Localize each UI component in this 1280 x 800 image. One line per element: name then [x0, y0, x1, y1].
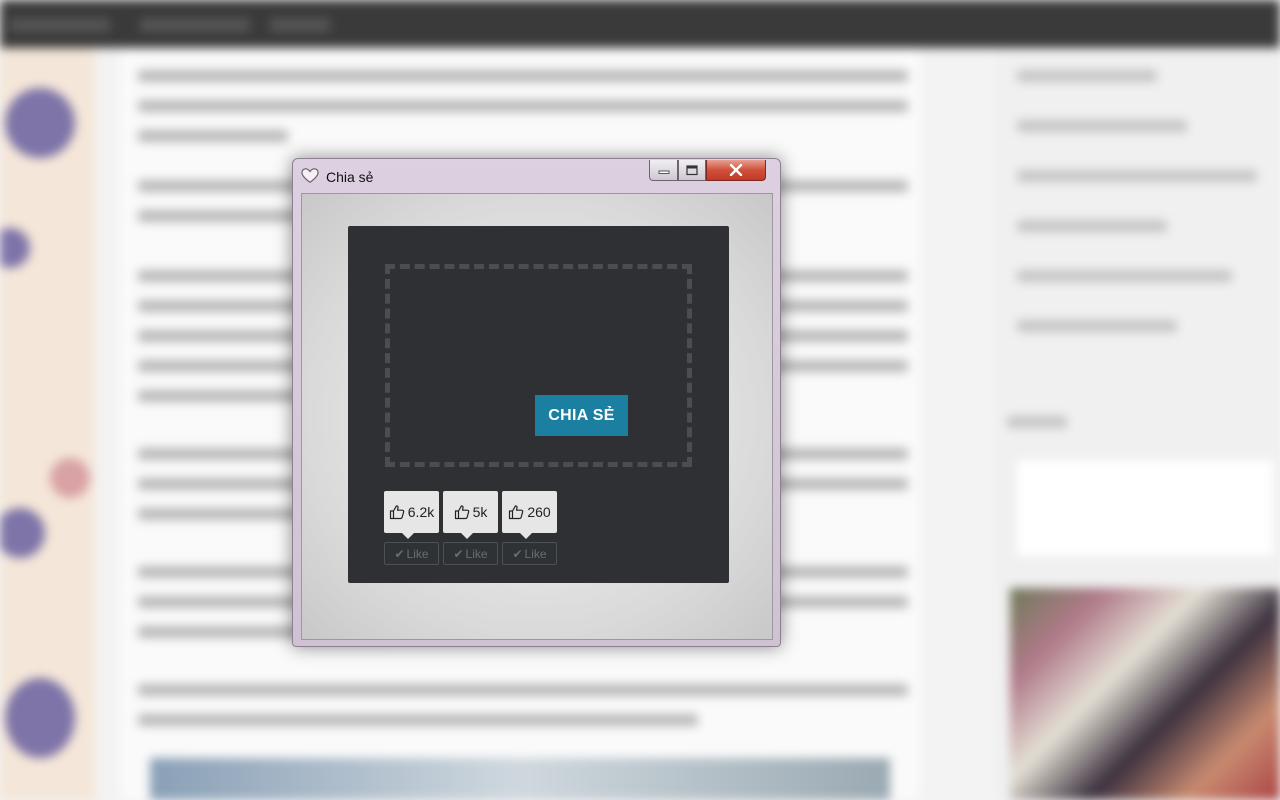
- like-count-box: 5k: [443, 491, 498, 539]
- thumbs-up-icon: [509, 505, 524, 520]
- check-icon: ✔: [394, 546, 405, 561]
- share-button[interactable]: CHIA SẺ: [535, 395, 628, 436]
- like-group-3: 260 ✔ Like: [502, 491, 557, 565]
- share-widget: CHIA SẺ 6.2k ✔ Like 5k ✔ Like 260 ✔ Like: [348, 226, 729, 583]
- like-group-1: 6.2k ✔ Like: [384, 491, 439, 565]
- background-topbar: [0, 0, 1280, 48]
- thumbs-up-icon: [454, 505, 469, 520]
- background-sidebar: [995, 48, 1280, 800]
- close-button[interactable]: [706, 160, 766, 181]
- title-bar[interactable]: Chia sẻ: [293, 159, 780, 193]
- share-dropzone: CHIA SẺ: [385, 264, 692, 467]
- like-count: 6.2k: [407, 504, 435, 520]
- minimize-button[interactable]: [649, 160, 678, 181]
- like-button[interactable]: ✔ Like: [384, 542, 439, 565]
- like-button-label: Like: [524, 546, 547, 561]
- like-group-2: 5k ✔ Like: [443, 491, 498, 565]
- maximize-icon: [686, 164, 698, 175]
- thumbs-up-icon: [389, 505, 405, 520]
- like-count: 260: [527, 504, 551, 520]
- check-icon: ✔: [512, 546, 523, 561]
- dialog-content-area: CHIA SẺ 6.2k ✔ Like 5k ✔ Like 260 ✔ Like: [301, 193, 773, 640]
- share-dialog-window: Chia sẻ CHIA SẺ 6.2k ✔ Like 5k ✔ Like 26…: [292, 158, 781, 647]
- like-button[interactable]: ✔ Like: [502, 542, 557, 565]
- like-button[interactable]: ✔ Like: [443, 542, 498, 565]
- check-icon: ✔: [453, 546, 464, 561]
- heart-icon: [301, 168, 319, 184]
- close-icon: [729, 164, 743, 176]
- like-button-label: Like: [465, 546, 488, 561]
- like-count-box: 6.2k: [384, 491, 439, 539]
- like-button-label: Like: [406, 546, 429, 561]
- maximize-button[interactable]: [678, 160, 706, 181]
- background-left-decoration: [0, 48, 95, 800]
- window-title: Chia sẻ: [326, 169, 374, 185]
- like-count: 5k: [472, 504, 488, 520]
- minimize-icon: [658, 170, 669, 174]
- like-count-box: 260: [502, 491, 557, 539]
